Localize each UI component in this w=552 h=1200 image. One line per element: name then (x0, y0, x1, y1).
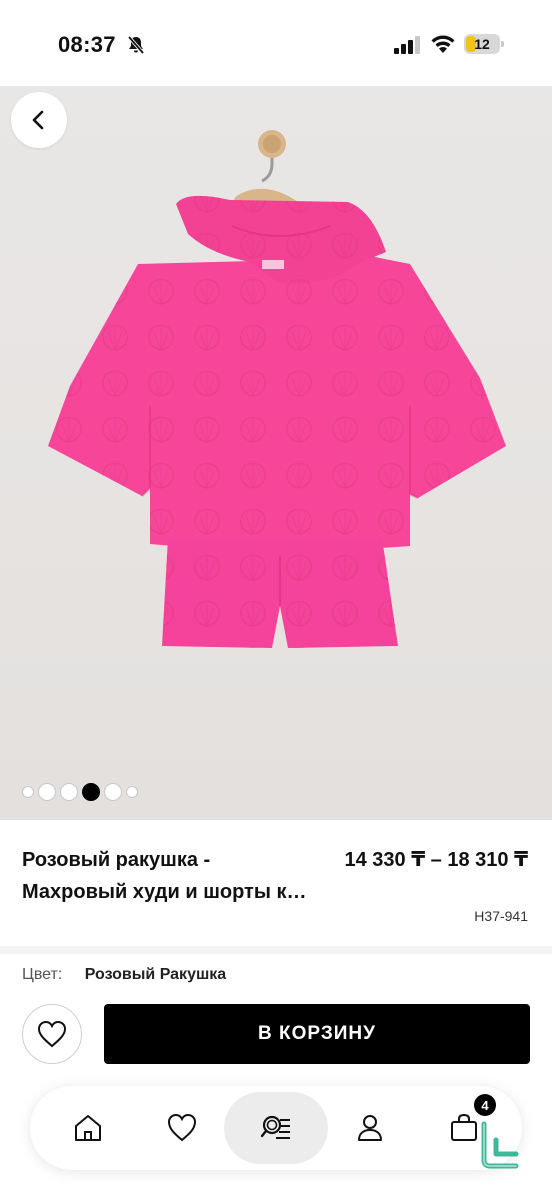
status-bar: 08:37 12 (0, 0, 552, 86)
carousel-dot[interactable] (60, 783, 78, 801)
signal-icon (394, 36, 420, 54)
carousel-dot-active[interactable] (82, 783, 100, 801)
chevron-left-icon (32, 110, 44, 130)
add-to-cart-button[interactable]: В КОРЗИНУ (104, 1004, 530, 1064)
product-image-gallery[interactable] (0, 86, 552, 820)
bell-slash-icon (127, 35, 145, 55)
battery-level: 12 (474, 36, 490, 52)
carousel-dot[interactable] (104, 783, 122, 801)
color-value: Розовый Ракушка (84, 966, 227, 983)
battery-indicator: 12 (464, 34, 504, 54)
carousel-dot[interactable] (22, 786, 34, 798)
carousel-dot[interactable] (126, 786, 138, 798)
nav-profile[interactable] (334, 1092, 406, 1164)
user-icon (358, 1115, 382, 1141)
color-label: Цвет: (22, 966, 63, 983)
carousel-dot[interactable] (38, 783, 56, 801)
home-icon (75, 1115, 101, 1141)
section-divider (0, 946, 552, 954)
bottom-nav: 4 (30, 1086, 522, 1170)
heart-icon (167, 1113, 197, 1142)
shorts (162, 538, 398, 648)
status-time: 08:37 (58, 32, 116, 57)
cart-count-badge: 4 (474, 1094, 496, 1116)
carousel-dots (22, 782, 138, 802)
wishlist-button[interactable] (22, 1004, 82, 1064)
app-logo-icon (481, 1121, 519, 1169)
bag-icon (451, 1113, 477, 1141)
product-price: 14 330 ₸ – 18 310 ₸ (344, 849, 528, 871)
product-photo (48, 130, 506, 648)
product-title-line-1: Розовый ракушка - (22, 849, 211, 871)
product-info: Розовый ракушка - Махровый худи и шорты … (0, 820, 552, 946)
product-sku: H37-941 (474, 908, 528, 924)
heart-icon (37, 1020, 67, 1048)
search-list-icon (260, 1115, 290, 1139)
nav-search[interactable] (224, 1092, 328, 1164)
back-button[interactable] (11, 92, 67, 148)
product-title-line-2: Махровый худи и шорты к… (22, 881, 307, 903)
hoodie (48, 195, 506, 551)
wifi-icon (431, 35, 455, 53)
nav-home[interactable] (52, 1092, 124, 1164)
product-title: Розовый ракушка - Махровый худи и шорты … (22, 844, 342, 908)
nav-favorites[interactable] (146, 1092, 218, 1164)
